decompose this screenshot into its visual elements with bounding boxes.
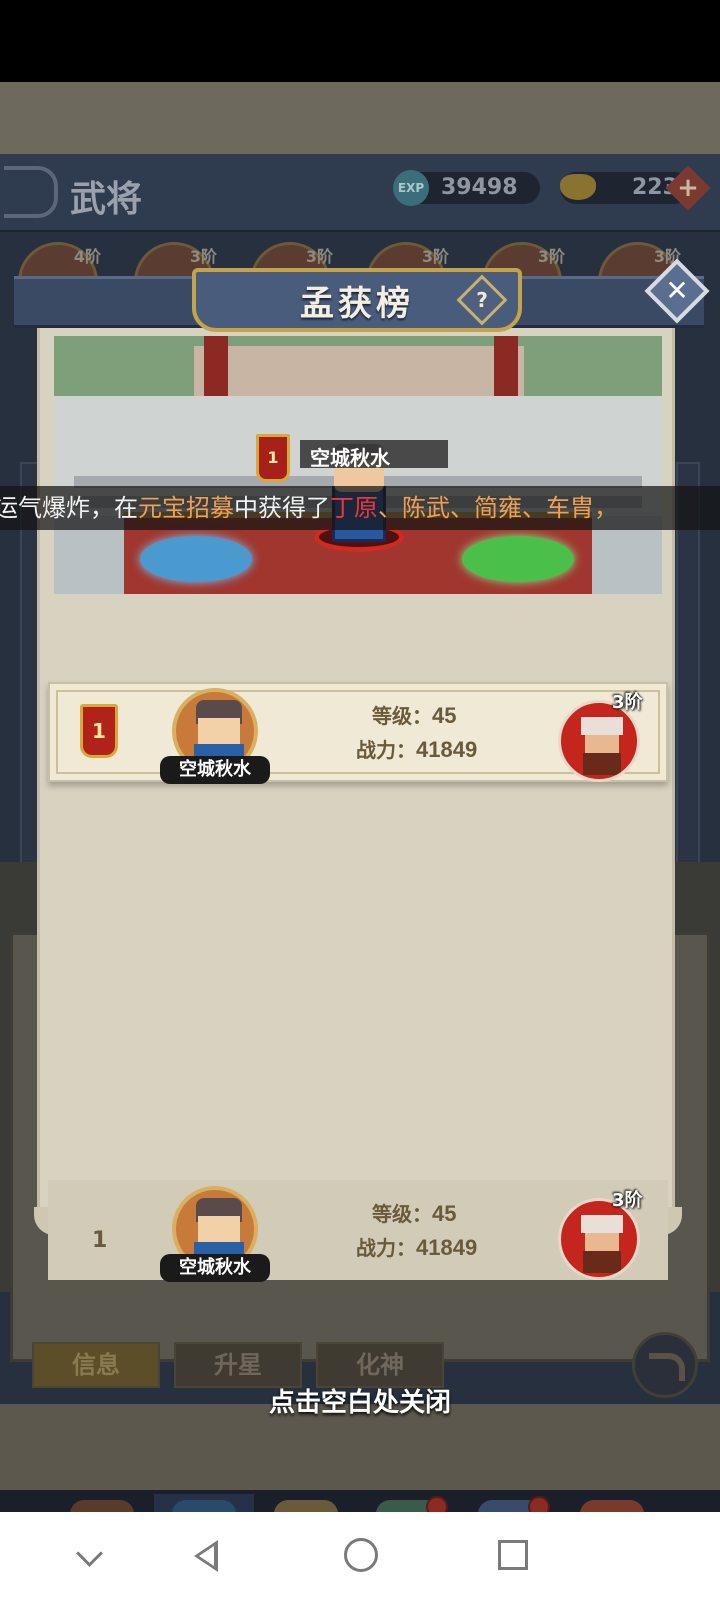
nav-expedition[interactable]: 出征 bbox=[52, 1494, 152, 1512]
question-icon: ? bbox=[476, 288, 488, 312]
close-icon: ✕ bbox=[665, 274, 689, 307]
home-icon[interactable] bbox=[344, 1538, 378, 1572]
recent-apps-icon[interactable] bbox=[498, 1540, 528, 1570]
rank-banner-icon: 1 bbox=[256, 434, 290, 482]
crossed-swords-icon bbox=[70, 1500, 134, 1512]
ticker-segment: 元宝招募 bbox=[138, 494, 234, 522]
general-star-level: 3阶 bbox=[612, 692, 643, 713]
announcement-ticker: 运气爆炸，在元宝招募中获得了丁原、陈武、简雍、车胄， bbox=[0, 486, 720, 530]
nav-team[interactable]: 队伍 bbox=[154, 1494, 254, 1512]
hide-keyboard-icon[interactable] bbox=[68, 1534, 112, 1578]
notification-dot bbox=[426, 1496, 448, 1512]
level-label: 等级： bbox=[372, 1202, 432, 1226]
power-label: 战力： bbox=[356, 1236, 416, 1260]
avatar-face bbox=[198, 718, 240, 744]
level-stat: 等级：45 bbox=[372, 700, 456, 729]
general-beard bbox=[583, 753, 621, 775]
my-rank-number: 1 bbox=[92, 1228, 108, 1253]
forge-icon bbox=[274, 1500, 338, 1512]
blue-swirl-icon bbox=[140, 536, 252, 582]
ticker-text: 运气爆炸，在元宝招募中获得了丁原、陈武、简雍、车胄， bbox=[0, 486, 618, 530]
avatar-face bbox=[198, 1216, 240, 1242]
game-area: 武将 EXP 39498 223 + 4阶 3阶 3阶 3阶 3阶 3阶 信息 … bbox=[0, 82, 720, 1512]
ticker-segment: 中获得了 bbox=[234, 494, 330, 522]
system-navigation-bar bbox=[0, 1512, 720, 1600]
nav-welfare[interactable]: 福利 bbox=[562, 1494, 662, 1512]
back-icon[interactable] bbox=[184, 1534, 228, 1578]
ranking-modal: 孟获榜 ? ✕ 1 空城秋水 运气爆炸，在元宝招募中获得了丁原、陈武、简雍、车胄… bbox=[0, 82, 720, 1512]
ticker-segment: 丁原 bbox=[330, 494, 378, 522]
level-value: 45 bbox=[432, 1201, 457, 1226]
power-label: 战力： bbox=[356, 738, 416, 762]
power-value: 41849 bbox=[416, 737, 478, 762]
nav-forge[interactable]: 锻造 bbox=[256, 1494, 356, 1512]
notification-dot bbox=[528, 1496, 550, 1512]
player-name: 空城秋水 bbox=[160, 756, 270, 784]
champion-name: 空城秋水 bbox=[310, 446, 390, 470]
pavilion-icon bbox=[580, 1500, 644, 1512]
warrior-icon bbox=[172, 1500, 236, 1512]
nav-main-city[interactable]: 主城 bbox=[358, 1494, 458, 1512]
level-value: 45 bbox=[432, 703, 457, 728]
stage-pillar bbox=[494, 336, 518, 398]
nav-battlefield[interactable]: 战场 bbox=[460, 1494, 560, 1512]
main-navbar: 出征 队伍 锻造 主城 战场 福利 bbox=[0, 1490, 720, 1512]
stage-wall bbox=[194, 346, 524, 396]
general-beard bbox=[583, 1251, 621, 1273]
general-helmet bbox=[581, 717, 623, 735]
screen: 武将 EXP 39498 223 + 4阶 3阶 3阶 3阶 3阶 3阶 信息 … bbox=[0, 0, 720, 1600]
my-name: 空城秋水 bbox=[160, 1254, 270, 1282]
status-bar bbox=[0, 0, 720, 82]
my-level-stat: 等级：45 bbox=[372, 1198, 456, 1227]
general-face bbox=[585, 1233, 619, 1253]
tap-to-close-hint[interactable]: 点击空白处关闭 bbox=[0, 1382, 720, 1419]
general-helmet bbox=[581, 1215, 623, 1233]
rank-banner-icon: 1 bbox=[80, 704, 118, 758]
my-power-stat: 战力：41849 bbox=[356, 1232, 477, 1261]
general-star-level: 3阶 bbox=[612, 1190, 643, 1211]
green-swirl-icon bbox=[462, 536, 574, 582]
level-label: 等级： bbox=[372, 704, 432, 728]
stage-pillar bbox=[204, 336, 228, 398]
power-value: 41849 bbox=[416, 1235, 478, 1260]
ticker-segment: 、陈武、简雍、车胄， bbox=[378, 494, 618, 522]
general-face bbox=[585, 735, 619, 755]
ticker-segment: 运气爆炸，在 bbox=[0, 494, 138, 522]
power-stat: 战力：41849 bbox=[356, 734, 477, 763]
